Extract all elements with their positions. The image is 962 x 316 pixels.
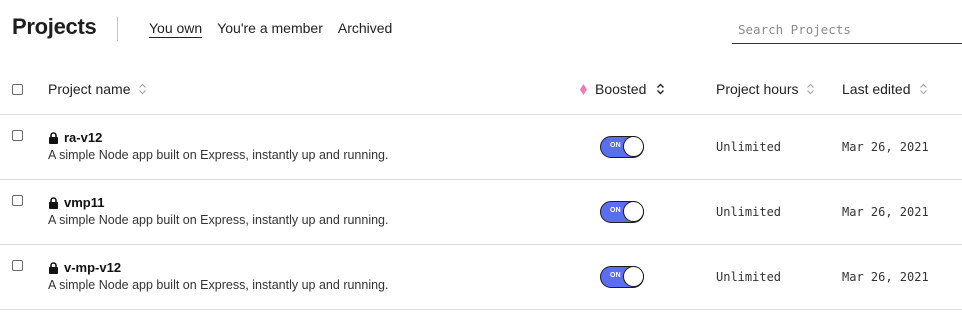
gem-icon: [580, 83, 587, 95]
boost-toggle[interactable]: ON: [600, 136, 644, 158]
table-row: ra-v12 A simple Node app built on Expres…: [0, 115, 962, 180]
toggle-label: ON: [610, 207, 621, 214]
toggle-knob: [623, 136, 644, 157]
last-edited: Mar 26, 2021: [842, 270, 929, 284]
project-hours: Unlimited: [716, 205, 782, 219]
sort-updown-icon: [807, 83, 815, 95]
tab-archived[interactable]: Archived: [338, 20, 392, 38]
lock-icon: [49, 196, 58, 209]
project-name-link[interactable]: ra-v12: [48, 130, 102, 145]
project-name: vmp11: [64, 195, 105, 210]
project-name-link[interactable]: v-mp-v12: [48, 260, 121, 275]
search-input[interactable]: [732, 16, 962, 43]
page-header: Projects You own You're a member Archive…: [0, 0, 962, 58]
toggle-label: ON: [610, 142, 621, 149]
column-header-boosted[interactable]: Boosted: [580, 81, 665, 97]
project-description: A simple Node app built on Express, inst…: [48, 213, 389, 227]
project-hours: Unlimited: [716, 270, 782, 284]
project-name-link[interactable]: vmp11: [48, 195, 104, 210]
select-all-checkbox[interactable]: [12, 84, 23, 95]
boost-toggle[interactable]: ON: [600, 201, 644, 223]
table-header: Project name Boosted Project hours Last …: [0, 58, 962, 115]
column-label-boosted: Boosted: [595, 81, 647, 97]
page-title: Projects: [12, 14, 97, 39]
tab-member[interactable]: You're a member: [217, 20, 323, 38]
projects-table: Project name Boosted Project hours Last …: [0, 58, 962, 310]
project-name: ra-v12: [64, 130, 103, 145]
row-checkbox[interactable]: [12, 130, 23, 141]
column-label-edited: Last edited: [842, 81, 911, 97]
boost-toggle[interactable]: ON: [600, 266, 644, 288]
table-row: v-mp-v12 A simple Node app built on Expr…: [0, 245, 962, 310]
table-row: vmp11 A simple Node app built on Express…: [0, 180, 962, 245]
project-description: A simple Node app built on Express, inst…: [48, 148, 389, 162]
project-hours: Unlimited: [716, 140, 782, 154]
lock-icon: [49, 261, 58, 274]
chevron-updown-icon: [657, 83, 665, 95]
search-box: [732, 16, 962, 44]
column-header-name[interactable]: Project name: [48, 81, 147, 97]
tab-you-own[interactable]: You own: [149, 20, 203, 38]
column-header-hours[interactable]: Project hours: [716, 81, 815, 97]
project-description: A simple Node app built on Express, inst…: [48, 278, 389, 292]
project-name: v-mp-v12: [64, 260, 122, 275]
row-checkbox[interactable]: [12, 195, 23, 206]
column-label-hours: Project hours: [716, 81, 799, 97]
last-edited: Mar 26, 2021: [842, 140, 929, 154]
project-tabs: You own You're a member Archived: [149, 20, 407, 38]
toggle-knob: [623, 266, 644, 287]
toggle-knob: [623, 201, 644, 222]
last-edited: Mar 26, 2021: [842, 205, 929, 219]
sort-updown-icon: [919, 83, 927, 95]
column-header-edited[interactable]: Last edited: [842, 81, 928, 97]
toggle-label: ON: [610, 272, 621, 279]
column-label-name: Project name: [48, 81, 131, 97]
title-divider: [117, 17, 118, 41]
sort-updown-icon: [139, 83, 147, 95]
lock-icon: [49, 131, 58, 144]
row-checkbox[interactable]: [12, 260, 23, 271]
